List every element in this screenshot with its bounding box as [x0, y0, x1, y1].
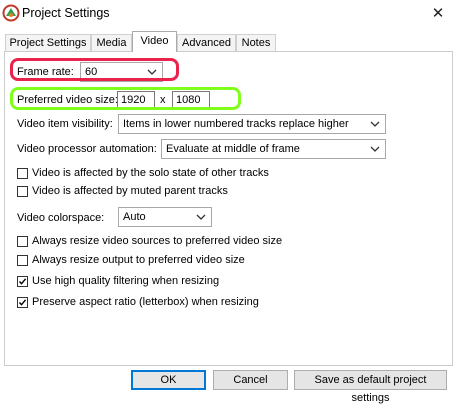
hq-filter-checkbox-row[interactable]: Use high quality filtering when resizing — [17, 275, 219, 287]
tab-media[interactable]: Media — [91, 34, 132, 51]
tab-project-settings[interactable]: Project Settings — [5, 34, 91, 51]
tab-video[interactable]: Video — [132, 31, 177, 52]
aspect-checkbox[interactable] — [17, 296, 28, 308]
colorspace-label: Video colorspace: — [17, 212, 105, 224]
tab-strip: Project Settings Media Video Advanced No… — [0, 31, 455, 52]
processor-automation-dropdown[interactable]: Evaluate at middle of frame — [161, 139, 386, 159]
solo-checkbox-row[interactable]: Video is affected by the solo state of o… — [17, 167, 269, 179]
reaper-logo-icon — [2, 4, 20, 22]
video-size-highlight — [10, 87, 241, 110]
colorspace-dropdown[interactable]: Auto — [118, 207, 212, 227]
title-bar: Project Settings ✕ — [0, 0, 455, 30]
processor-automation-value: Evaluate at middle of frame — [166, 143, 300, 155]
tab-notes[interactable]: Notes — [236, 34, 276, 51]
frame-rate-highlight — [10, 58, 179, 81]
aspect-checkbox-row[interactable]: Preserve aspect ratio (letterbox) when r… — [17, 296, 259, 308]
tab-advanced[interactable]: Advanced — [177, 34, 236, 51]
close-icon[interactable]: ✕ — [424, 1, 452, 25]
window-title: Project Settings — [22, 6, 110, 20]
hq-filter-checkbox[interactable] — [17, 275, 28, 287]
resize-output-checkbox-row[interactable]: Always resize output to preferred video … — [17, 254, 245, 266]
item-visibility-label: Video item visibility: — [17, 118, 113, 130]
solo-checkbox-label: Video is affected by the solo state of o… — [32, 167, 269, 179]
cancel-button[interactable]: Cancel — [213, 370, 288, 390]
muted-checkbox[interactable] — [17, 185, 28, 197]
resize-sources-checkbox-label: Always resize video sources to preferred… — [32, 235, 283, 247]
muted-checkbox-label: Video is affected by muted parent tracks — [32, 185, 228, 197]
save-default-button[interactable]: Save as default project settings — [294, 370, 447, 404]
item-visibility-value: Items in lower numbered tracks replace h… — [123, 118, 349, 130]
resize-sources-checkbox[interactable] — [17, 235, 28, 247]
resize-sources-checkbox-row[interactable]: Always resize video sources to preferred… — [17, 235, 282, 247]
chevron-down-icon — [368, 116, 382, 132]
resize-output-checkbox-label: Always resize output to preferred video … — [32, 254, 245, 266]
aspect-checkbox-label: Preserve aspect ratio (letterbox) when r… — [32, 296, 259, 308]
processor-automation-label: Video processor automation: — [17, 143, 157, 155]
chevron-down-icon — [194, 209, 208, 225]
colorspace-value: Auto — [123, 211, 146, 223]
chevron-down-icon — [368, 141, 382, 157]
solo-checkbox[interactable] — [17, 167, 28, 179]
resize-output-checkbox[interactable] — [17, 254, 28, 266]
ok-button[interactable]: OK — [131, 370, 206, 390]
muted-checkbox-row[interactable]: Video is affected by muted parent tracks — [17, 185, 228, 197]
hq-filter-checkbox-label: Use high quality filtering when resizing — [32, 275, 220, 287]
item-visibility-dropdown[interactable]: Items in lower numbered tracks replace h… — [118, 114, 386, 134]
